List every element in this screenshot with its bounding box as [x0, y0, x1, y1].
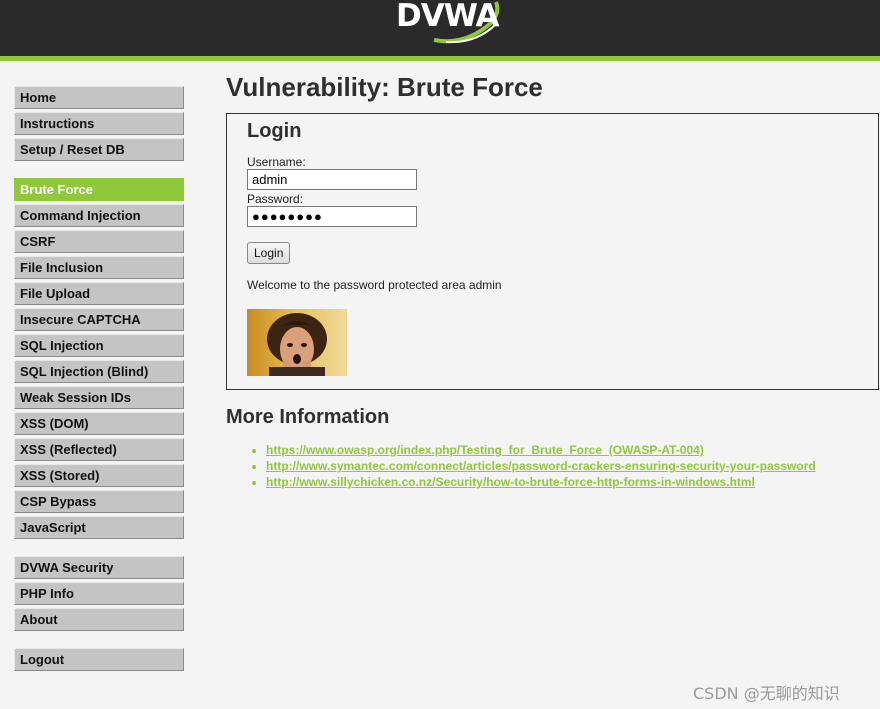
sidebar-menu: Home Instructions Setup / Reset DB Brute Fo… [14, 86, 184, 688]
sidebar-item-file-inclusion[interactable]: File Inclusion [14, 256, 184, 279]
sidebar-item-csrf[interactable]: CSRF [14, 230, 184, 253]
menu-group: Home Instructions Setup / Reset DB [14, 86, 184, 161]
header-stripe [0, 56, 880, 61]
sidebar-item-weak-session-ids[interactable]: Weak Session IDs [14, 386, 184, 409]
sidebar-item-xss-stored[interactable]: XSS (Stored) [14, 464, 184, 487]
sidebar-item-brute-force[interactable]: Brute Force [14, 178, 184, 201]
sidebar-item-about[interactable]: About [14, 608, 184, 631]
logo-text: DVWA [396, 0, 500, 34]
login-heading: Login [247, 120, 302, 142]
sidebar-item-php-info[interactable]: PHP Info [14, 582, 184, 605]
sidebar-item-file-upload[interactable]: File Upload [14, 282, 184, 305]
login-button[interactable]: Login [247, 242, 291, 264]
sidebar-item-logout[interactable]: Logout [14, 648, 184, 671]
sidebar-item-javascript[interactable]: JavaScript [14, 516, 184, 539]
page-title: Vulnerability: Brute Force [226, 72, 543, 102]
sidebar-item-xss-dom[interactable]: XSS (DOM) [14, 412, 184, 435]
sidebar-item-csp-bypass[interactable]: CSP Bypass [14, 490, 184, 513]
welcome-message: Welcome to the password protected area a… [247, 278, 502, 292]
main-content: Vulnerability: Brute Force Login Usernam… [226, 72, 880, 490]
sidebar-item-command-injection[interactable]: Command Injection [14, 204, 184, 227]
sidebar-item-home[interactable]: Home [14, 86, 184, 109]
more-information-heading: More Information [226, 406, 390, 428]
site-header: DVWA [0, 0, 880, 56]
more-information-links: https://www.owasp.org/index.php/Testing_… [226, 442, 880, 490]
sidebar-item-setup-reset-db[interactable]: Setup / Reset DB [14, 138, 184, 161]
sidebar-item-dvwa-security[interactable]: DVWA Security [14, 556, 184, 579]
list-item: http://www.sillychicken.co.nz/Security/h… [266, 474, 880, 490]
username-input[interactable] [247, 169, 417, 190]
username-label: Username: [247, 155, 306, 169]
sidebar-item-sql-injection-blind[interactable]: SQL Injection (Blind) [14, 360, 184, 383]
sidebar-item-sql-injection[interactable]: SQL Injection [14, 334, 184, 357]
dvwa-logo[interactable]: DVWA [396, 0, 506, 44]
sidebar-item-xss-reflected[interactable]: XSS (Reflected) [14, 438, 184, 461]
list-item: http://www.symantec.com/connect/articles… [266, 458, 880, 474]
vulnerable-code-area: Login Username: Password: Login Welcome … [226, 113, 879, 390]
password-input[interactable] [247, 206, 417, 227]
sidebar-item-insecure-captcha[interactable]: Insecure CAPTCHA [14, 308, 184, 331]
menu-group: DVWA Security PHP Info About [14, 556, 184, 631]
sillychicken-link[interactable]: http://www.sillychicken.co.nz/Security/h… [266, 475, 755, 489]
login-form: Username: Password: Login [247, 155, 878, 264]
menu-group: Brute Force Command Injection CSRF File Inc… [14, 178, 184, 539]
csdn-watermark: CSDN @无聊的知识 [693, 684, 840, 703]
owasp-link[interactable]: https://www.owasp.org/index.php/Testing_… [266, 443, 704, 457]
menu-group: Logout [14, 648, 184, 671]
user-avatar-image [247, 309, 347, 376]
sidebar-item-instructions[interactable]: Instructions [14, 112, 184, 135]
list-item: https://www.owasp.org/index.php/Testing_… [266, 442, 880, 458]
symantec-link[interactable]: http://www.symantec.com/connect/articles… [266, 459, 816, 473]
password-label: Password: [247, 192, 304, 206]
